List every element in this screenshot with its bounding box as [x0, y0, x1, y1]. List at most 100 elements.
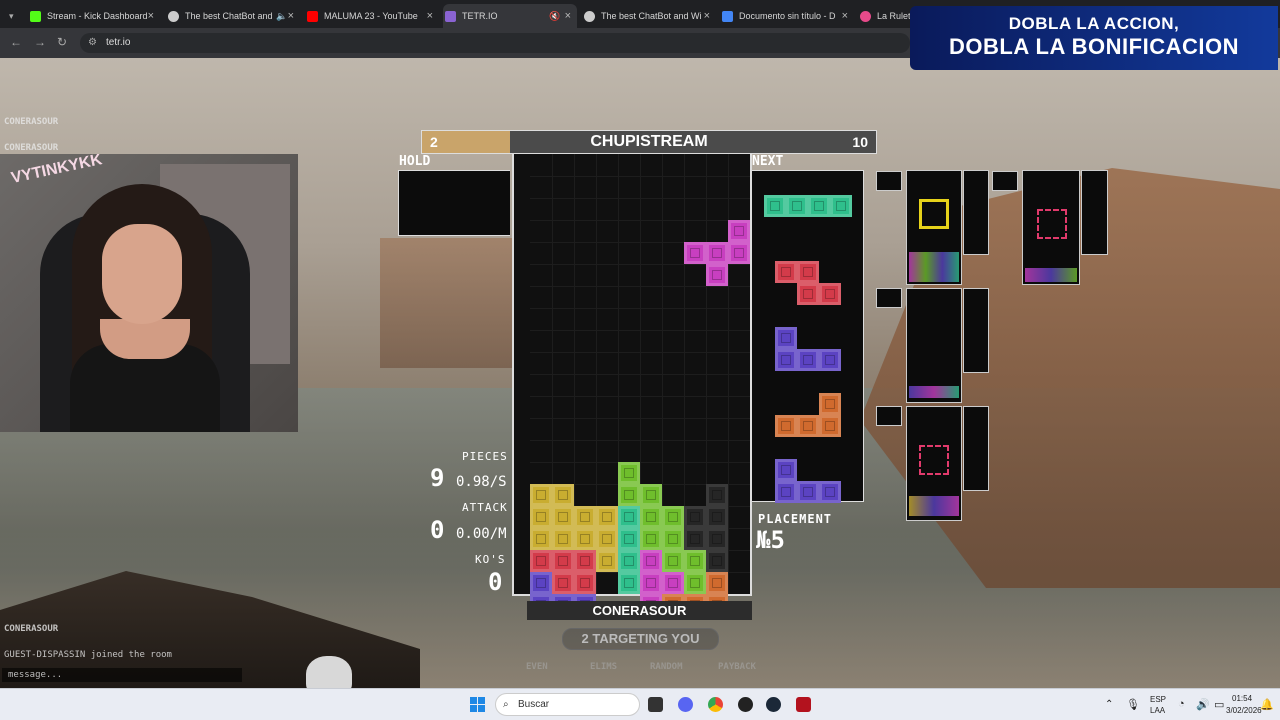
- tab-list-button[interactable]: ▾: [0, 4, 24, 28]
- close-tab-icon[interactable]: ×: [288, 10, 294, 22]
- attack-count: 0: [430, 516, 445, 544]
- youtube-icon: [307, 10, 318, 22]
- kick-icon: [30, 10, 41, 22]
- kos-label: KO'S: [475, 553, 506, 566]
- target-mode-even[interactable]: EVEN: [526, 662, 548, 672]
- opponent-hold: [876, 288, 902, 308]
- tab-2[interactable]: MALUMA 23 - YouTube ×: [305, 4, 439, 28]
- speaker-icon[interactable]: 🔈: [276, 11, 287, 22]
- forward-icon[interactable]: →: [34, 35, 46, 49]
- app-icon[interactable]: [796, 697, 811, 712]
- board-block: [640, 506, 662, 528]
- board-block: [530, 528, 552, 550]
- promo-line-2: DOBLA LA BONIFICACION: [949, 34, 1239, 59]
- url-field[interactable]: ⚙ tetr.io: [80, 33, 910, 53]
- search-placeholder: Buscar: [518, 699, 550, 710]
- board-block: [552, 506, 574, 528]
- next-piece-block: [775, 327, 797, 349]
- board-block: [552, 550, 574, 572]
- board-block: [640, 528, 662, 550]
- next-queue: [752, 170, 864, 503]
- chat-line: CONERASOUR: [4, 624, 59, 634]
- tab-6[interactable]: La Ruleta: [858, 4, 918, 28]
- tab-3[interactable]: TETR.IO 🔇 ×: [443, 4, 577, 28]
- chat-line: GUEST-DISPASSIN joined the room: [4, 650, 172, 660]
- opponent-board: [906, 170, 962, 285]
- close-tab-icon[interactable]: ×: [565, 10, 571, 22]
- tab-0[interactable]: Stream - Kick Dashboard ×: [28, 4, 160, 28]
- tab-title: Documento sin título - D: [739, 11, 836, 21]
- reload-icon[interactable]: ↻: [57, 35, 67, 49]
- board-block: [618, 528, 640, 550]
- language-layout[interactable]: LAA: [1150, 706, 1165, 715]
- close-tab-icon[interactable]: ×: [704, 10, 710, 22]
- tab-1[interactable]: The best ChatBot and 🔈 ×: [166, 4, 300, 28]
- board-block: [574, 550, 596, 572]
- board-block: [618, 506, 640, 528]
- language-code[interactable]: ESP: [1150, 695, 1166, 704]
- close-tab-icon[interactable]: ×: [427, 10, 433, 22]
- board-block: [662, 550, 684, 572]
- attack-label: ATTACK: [462, 501, 508, 514]
- windows-taskbar: ⌕ Buscar ⌃ 🎙 ESP LAA ◔ 🔊 ▭ 01:54 3/02/20…: [0, 688, 1280, 720]
- board-block: [706, 506, 728, 528]
- discord-icon[interactable]: [678, 697, 693, 712]
- opponent-next: [963, 406, 989, 491]
- google-docs-icon: [722, 10, 733, 22]
- taskbar-search[interactable]: ⌕ Buscar: [495, 693, 640, 716]
- close-tab-icon[interactable]: ×: [842, 10, 848, 22]
- hold-label: HOLD: [399, 154, 431, 169]
- chat-line: CONERASOUR: [4, 143, 59, 153]
- mute-icon[interactable]: 🔇: [549, 11, 560, 22]
- opponent-hold: [876, 171, 902, 191]
- microphone-icon[interactable]: 🎙: [1126, 698, 1140, 711]
- match-header: 2 CHUPISTREAM 10: [421, 130, 877, 154]
- battery-icon[interactable]: ▭: [1214, 698, 1224, 711]
- close-tab-icon[interactable]: ×: [148, 10, 154, 22]
- obs-icon[interactable]: [738, 697, 753, 712]
- steam-icon[interactable]: [766, 697, 781, 712]
- board-block: [706, 242, 728, 264]
- opponent-board: [1022, 170, 1080, 285]
- board-grid: [530, 154, 750, 616]
- board-block: [530, 550, 552, 572]
- board-block: [728, 220, 750, 242]
- target-mode-payback[interactable]: PAYBACK: [718, 662, 756, 672]
- volume-icon[interactable]: 🔊: [1196, 698, 1210, 711]
- target-mode-random[interactable]: RANDOM: [650, 662, 683, 672]
- tab-4[interactable]: The best ChatBot and Wi ×: [582, 4, 716, 28]
- board-block: [596, 506, 618, 528]
- chrome-icon[interactable]: [708, 697, 723, 712]
- opponent-hold: [992, 171, 1018, 191]
- board-block: [574, 572, 596, 594]
- opponent-stack: [909, 386, 959, 398]
- streamer-face: [102, 224, 182, 324]
- tab-title: Stream - Kick Dashboard: [47, 11, 148, 21]
- windows-start-icon[interactable]: [470, 697, 485, 712]
- board-block: [596, 528, 618, 550]
- chevron-up-icon[interactable]: ⌃: [1105, 699, 1113, 710]
- notification-icon[interactable]: 🔔: [1260, 698, 1274, 711]
- chat-message-input[interactable]: message...: [2, 668, 242, 682]
- wifi-icon[interactable]: ◔: [1178, 698, 1185, 710]
- url-text: tetr.io: [106, 37, 131, 48]
- next-piece-block: [775, 261, 797, 283]
- chat-line: CONERASOUR: [4, 117, 59, 127]
- tab-5[interactable]: Documento sin título - D ×: [720, 4, 854, 28]
- next-piece-block: [819, 415, 841, 437]
- clock-date[interactable]: 3/02/2026: [1226, 706, 1262, 715]
- task-view-icon[interactable]: [648, 697, 663, 712]
- opponent-stack: [1025, 268, 1077, 282]
- hold-box: [398, 170, 510, 236]
- board-block: [684, 528, 706, 550]
- ruleta-icon: [860, 10, 871, 22]
- next-piece-block: [819, 481, 841, 503]
- back-icon[interactable]: ←: [10, 35, 22, 49]
- clock-time[interactable]: 01:54: [1232, 694, 1252, 703]
- board-block: [618, 462, 640, 484]
- opponent-next: [963, 170, 989, 255]
- next-label: NEXT: [752, 154, 784, 169]
- board-block: [684, 550, 706, 572]
- target-mode-elims[interactable]: ELIMS: [590, 662, 617, 672]
- site-info-icon[interactable]: ⚙: [88, 33, 97, 53]
